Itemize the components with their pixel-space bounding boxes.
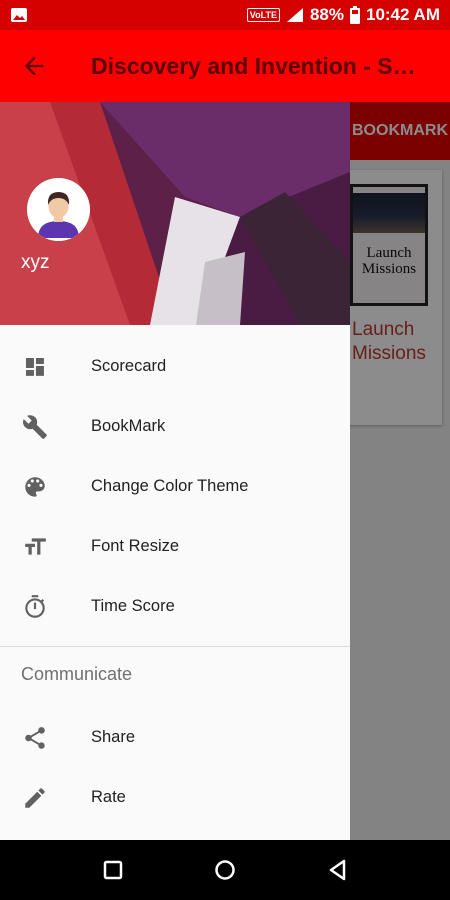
dashboard-icon (25, 357, 44, 376)
app-bar: Discovery and Invention - S… (0, 30, 450, 102)
wrench-icon (23, 415, 47, 439)
section-title-communicate: Communicate (21, 664, 133, 684)
image-icon (11, 8, 27, 22)
menu-item-scorecard[interactable]: Scorecard (0, 336, 350, 396)
signal-icon (286, 8, 303, 22)
pencil-icon (25, 788, 45, 808)
home-icon[interactable] (211, 856, 239, 884)
menu-label-font-resize: Font Resize (91, 537, 180, 555)
text-size-icon (25, 538, 46, 555)
timer-icon (25, 595, 45, 618)
menu-item-bookmark[interactable]: BookMark (0, 396, 350, 456)
menu-item-font-resize[interactable]: Font Resize (0, 516, 350, 576)
menu-label-scorecard: Scorecard (91, 357, 167, 375)
share-icon (25, 727, 45, 749)
menu-item-rate[interactable]: Rate (0, 767, 350, 827)
menu-item-change-color-theme[interactable]: Change Color Theme (0, 456, 350, 516)
avatar[interactable] (27, 178, 90, 241)
recent-apps-icon[interactable] (99, 856, 127, 884)
battery-percent: 88% (309, 5, 344, 24)
battery-icon (349, 6, 360, 24)
menu-label-time-score: Time Score (91, 597, 175, 615)
status-right: VoLTE 88% 10:42 AM (246, 0, 440, 30)
navigation-drawer: xyz Scorecard BookMark Change Color Them… (0, 102, 350, 840)
palette-icon (25, 477, 45, 497)
app-title: Discovery and Invention - S… (91, 53, 416, 79)
menu-item-time-score[interactable]: Time Score (0, 576, 350, 636)
clock: 10:42 AM (365, 5, 440, 24)
drawer-header: xyz (0, 102, 350, 325)
volte-badge: VoLTE (246, 8, 280, 22)
status-bar: VoLTE 88% 10:42 AM (0, 0, 450, 30)
menu-label-rate: Rate (91, 788, 126, 806)
menu-item-share[interactable]: Share (0, 707, 350, 767)
drawer-user-name: xyz (21, 252, 50, 273)
menu-label-change-color-theme: Change Color Theme (91, 477, 249, 495)
menu-label-bookmark: BookMark (91, 417, 166, 435)
system-nav-bar (0, 840, 450, 900)
menu-divider (0, 646, 350, 647)
back-triangle-icon[interactable] (324, 856, 352, 884)
arrow-back-icon[interactable] (20, 52, 48, 80)
user-avatar-icon (27, 178, 90, 241)
menu-label-share: Share (91, 728, 136, 746)
